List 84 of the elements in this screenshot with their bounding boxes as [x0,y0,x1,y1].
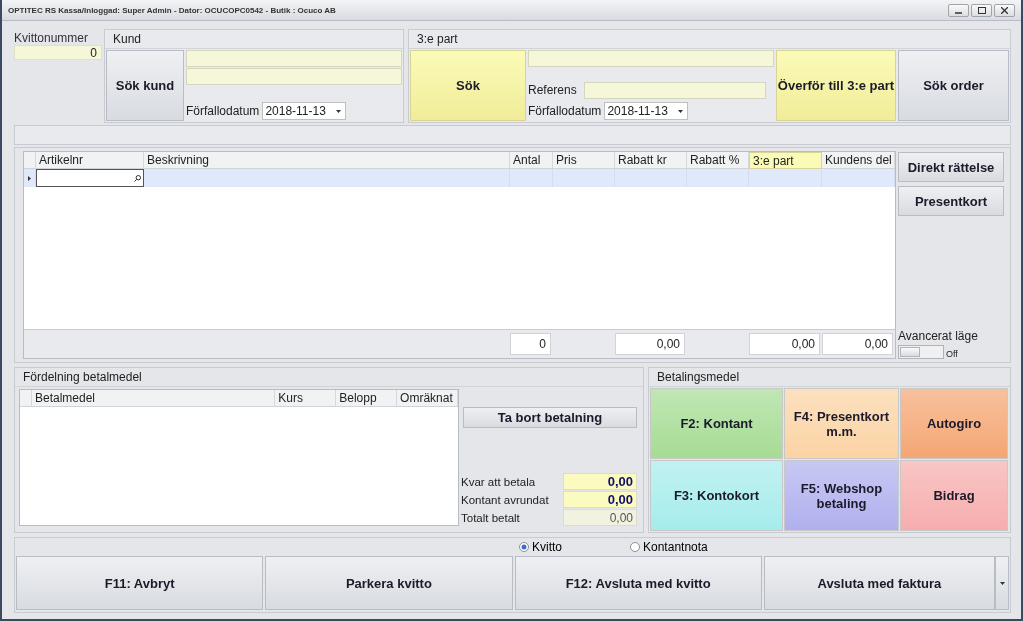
table-cell[interactable] [615,169,687,187]
maximize-icon [977,6,986,14]
side-action-button[interactable]: Presentkort [898,186,1004,216]
row-pointer-icon [28,175,31,181]
receipt-number-label: Kvittonummer [14,31,90,45]
column-header[interactable]: Betalmedel [32,390,276,407]
due-date-dropdown[interactable]: 2018-11-13 [604,102,689,120]
payment-methods-title: Betalingsmedel [657,370,740,384]
finish-action-button[interactable]: F12: Avsluta med kvitto [514,556,762,610]
toggle-state-text: Off [946,349,958,359]
dropdown-button[interactable] [995,556,1009,610]
payment-method-button[interactable]: F4: Presentkort m.m. [784,388,899,459]
receipt-number-field: 0 [14,45,102,60]
column-header[interactable]: Belopp [336,390,398,407]
summary-value: 0,00 [563,491,637,508]
payment-method-button[interactable]: Autogiro [900,388,1008,459]
table-cell[interactable] [553,169,615,187]
column-header[interactable]: Pris [553,152,615,169]
table-cell[interactable] [510,169,553,187]
article-number-input[interactable] [36,169,144,187]
reference-label: Referens [528,83,577,97]
column-header[interactable]: Beskrivning [144,152,510,169]
row-header[interactable] [24,169,36,187]
third-party-group-title: 3:e part [417,32,458,46]
remove-payment-button[interactable]: Ta bort betalning [463,407,637,428]
finish-action-button[interactable]: F11: Avbryt [16,556,264,610]
close-button[interactable] [994,3,1015,17]
maximize-button[interactable] [971,3,992,17]
table-cell[interactable] [687,169,749,187]
minimize-button[interactable] [948,3,969,17]
total-field: 0 [510,333,551,355]
payment-distribution-title: Fördelning betalmedel [23,370,142,384]
caret-icon [999,581,1005,585]
radio-indicator-icon [519,542,529,552]
finish-action-button[interactable]: Parkera kvitto [265,556,513,610]
window-title: OPTITEC RS Kassa/Inloggad: Super Admin - Dator: OCUCOPC0542 - Butik : Ocuco AB [8,5,337,15]
customer-group-title: Kund [113,32,142,46]
total-field: 0,00 [822,333,893,355]
customer-address-field[interactable] [186,68,402,85]
caret-icon [336,109,342,113]
row-header [24,152,36,169]
summary-value: 0,00 [563,509,637,526]
column-header[interactable]: Rabatt kr [615,152,687,169]
summary-label: Kvar att betala [461,475,536,488]
third-party-field[interactable] [528,50,774,67]
summary-value: 0,00 [563,473,637,490]
caret-icon [678,109,684,113]
due-date-label: Förfallodatum [528,104,602,118]
search-icon [134,174,141,182]
table-cell[interactable] [144,169,510,187]
column-header[interactable]: Kurs [275,390,337,407]
transfer-third-party-button[interactable]: Överför till 3:e part [776,50,896,121]
receipt-type-radio[interactable]: Kontantnota [630,540,708,554]
column-header[interactable]: Antal [510,152,553,169]
summary-label: Totalt betalt [461,511,520,524]
search-order-button[interactable]: Sök order [898,50,1009,121]
payment-method-button[interactable]: F2: Kontant [650,388,783,459]
due-date-dropdown[interactable]: 2018-11-13 [262,102,347,120]
row-header [20,390,32,407]
column-header[interactable]: Omräknat [397,390,458,407]
table-cell[interactable] [749,169,822,187]
column-header[interactable]: Artikelnr [36,152,144,169]
payment-method-button[interactable]: F5: Webshop betaling [784,460,899,531]
customer-name-field[interactable] [186,50,402,67]
search-button[interactable]: Sök [410,50,526,121]
payment-method-button[interactable]: F3: Kontokort [650,460,783,531]
radio-indicator-icon [630,542,640,552]
advanced-mode-toggle[interactable] [898,345,944,359]
total-field: 0,00 [749,333,820,355]
due-date-label: Förfallodatum [186,104,260,118]
table-cell[interactable] [822,169,895,187]
close-icon [1001,6,1008,14]
side-action-button[interactable]: Direkt rättelse [898,152,1004,182]
finish-action-button[interactable]: Avsluta med faktura [763,556,995,610]
summary-label: Kontant avrundat [461,493,549,506]
payment-method-button[interactable]: Bidrag [900,460,1008,531]
total-field: 0,00 [615,333,685,355]
reference-field[interactable] [583,81,766,99]
advanced-mode-label: Avancerat läge [898,329,979,343]
column-header[interactable]: 3:e part [749,152,822,169]
column-header[interactable]: Kundens del [822,152,895,169]
receipt-type-radio[interactable]: Kvitto [519,540,562,554]
search-customer-button[interactable]: Sök kund [106,50,184,121]
column-header[interactable]: Rabatt % [687,152,749,169]
